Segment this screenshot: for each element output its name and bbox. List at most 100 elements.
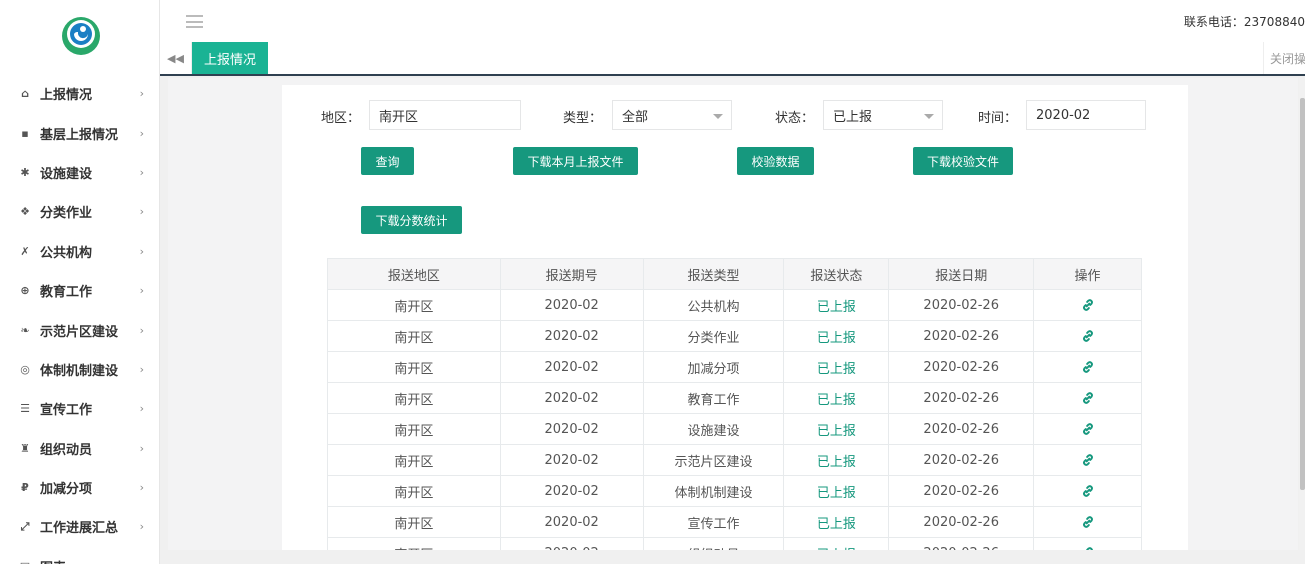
status-cell: 已上报 — [783, 289, 890, 321]
top-bar: 联系电话：23708840 — [160, 0, 1305, 42]
sidebar-item-label: 教育工作 — [40, 285, 93, 301]
table-row: 南开区 2020-02 宣传工作 已上报 2020-02-26 — [327, 506, 1142, 538]
table-cell: 宣传工作 — [642, 506, 785, 538]
chevron-right-icon: › — [140, 560, 144, 564]
status-select[interactable]: 已上报 — [823, 100, 943, 130]
table-header-row: 报送地区 报送期号 报送类型 报送状态 报送日期 操作 — [327, 258, 1142, 290]
table-row: 南开区 2020-02 分类作业 已上报 2020-02-26 — [327, 320, 1142, 352]
contact-phone: 联系电话：23708840 — [1183, 15, 1305, 29]
lifebuoy-icon: ◎ — [20, 362, 30, 376]
link-icon[interactable] — [1081, 453, 1095, 467]
chevron-right-icon: › — [139, 205, 144, 219]
sidebar-item[interactable]: ✱ 设施建设 › — [0, 153, 159, 192]
status-cell: 已上报 — [783, 506, 890, 538]
column-header: 报送日期 — [888, 258, 1035, 290]
sidebar-item-label: 加减分项 — [40, 482, 93, 498]
leaf-icon: ❧ — [20, 323, 30, 337]
table-cell: 南开区 — [327, 351, 501, 383]
table-cell: 体制机制建设 — [642, 475, 785, 507]
link-icon[interactable] — [1081, 329, 1095, 343]
sidebar-item[interactable]: ☰ 宣传工作 › — [0, 389, 159, 428]
table-cell: 2020-02-26 — [888, 506, 1035, 538]
sidebar-item-label: 分类作业 — [40, 206, 93, 222]
chevron-right-icon: › — [139, 165, 144, 179]
table-cell: 2020-02 — [499, 506, 644, 538]
bottom-strip — [160, 550, 1305, 564]
sidebar-item[interactable]: ▤ 图表 › — [0, 547, 159, 564]
sidebar-item[interactable]: ❖ 分类作业 › — [0, 192, 159, 231]
status-cell: 已上报 — [783, 351, 890, 383]
status-cell: 已上报 — [783, 475, 890, 507]
table-cell: 2020-02-26 — [888, 413, 1035, 445]
sidebar-item-label: 设施建设 — [40, 166, 93, 182]
sidebar-item-label: 上报情况 — [40, 88, 93, 104]
link-icon[interactable] — [1081, 484, 1095, 498]
sidebar-item[interactable]: ◎ 体制机制建设 › — [0, 350, 159, 389]
menu-toggle-icon[interactable] — [186, 15, 203, 28]
link-icon[interactable] — [1081, 391, 1095, 405]
action-cell — [1033, 382, 1142, 414]
column-header: 报送状态 — [783, 258, 890, 290]
sidebar-item-label: 公共机构 — [40, 245, 93, 261]
chevron-right-icon: › — [139, 441, 144, 455]
table-row: 南开区 2020-02 体制机制建设 已上报 2020-02-26 — [327, 475, 1142, 507]
sidebar-item[interactable]: ⊕ 教育工作 › — [0, 271, 159, 310]
table-row: 南开区 2020-02 公共机构 已上报 2020-02-26 — [327, 289, 1142, 321]
sidebar-item[interactable]: ⌂ 上报情况 › — [0, 74, 159, 113]
sidebar-item[interactable]: ⤢ 工作进展汇总 › — [0, 507, 159, 546]
type-label: 类型： — [563, 111, 603, 126]
sidebar-item-label: 宣传工作 — [40, 403, 93, 419]
table-row: 南开区 2020-02 教育工作 已上报 2020-02-26 — [327, 382, 1142, 414]
table-cell: 2020-02 — [499, 320, 644, 352]
region-input[interactable]: 南开区 — [369, 100, 521, 130]
link-icon[interactable] — [1081, 360, 1095, 374]
query-button[interactable]: 查询 — [361, 147, 414, 175]
verify-data-button[interactable]: 校验数据 — [737, 147, 814, 175]
status-cell: 已上报 — [783, 382, 890, 414]
download-score-stats-button[interactable]: 下载分数统计 — [361, 206, 462, 234]
sidebar-item-label: 图表 — [40, 557, 66, 564]
table-cell: 南开区 — [327, 289, 501, 321]
sidebar-menu: ⌂ 上报情况 › ▪ 基层上报情况 › ✱ 设施建设 › ❖ 分类作业 › ✗ 公共机构 › ⊕ 教育工作 › ❧ 示… — [0, 74, 159, 564]
chevron-right-icon: › — [139, 284, 144, 298]
status-cell: 已上报 — [783, 413, 890, 445]
link-icon[interactable] — [1081, 298, 1095, 312]
tool-icon: ✗ — [20, 244, 30, 258]
scrollbar-thumb[interactable] — [1300, 98, 1305, 490]
chevron-right-icon: › — [139, 362, 144, 376]
action-cell — [1033, 475, 1142, 507]
status-cell: 已上报 — [783, 320, 890, 352]
action-cell — [1033, 413, 1142, 445]
close-operations-button[interactable]: 关闭操作 — [1263, 42, 1305, 74]
chevron-right-icon: › — [139, 87, 144, 101]
sidebar-item[interactable]: ❧ 示范片区建设 › — [0, 310, 159, 349]
action-cell — [1033, 444, 1142, 476]
tab-bar: ◀◀ 上报情况 关闭操作 — [160, 42, 1305, 76]
download-month-report-button[interactable]: 下载本月上报文件 — [513, 147, 638, 175]
type-select[interactable]: 全部 — [612, 100, 732, 130]
chevron-right-icon: › — [139, 244, 144, 258]
chevron-right-icon: › — [139, 323, 144, 337]
tab-scroll-left-icon[interactable]: ◀◀ — [160, 42, 192, 74]
link-icon[interactable] — [1081, 515, 1095, 529]
time-input[interactable]: 2020-02 — [1026, 100, 1146, 130]
sidebar-item[interactable]: ▪ 基层上报情况 › — [0, 113, 159, 152]
table-cell: 2020-02 — [499, 444, 644, 476]
chevron-right-icon: › — [139, 126, 144, 140]
gear-icon: ✱ — [20, 165, 30, 179]
table-body: 南开区 2020-02 公共机构 已上报 2020-02-26 南开区 2020-02 分类作… — [327, 289, 1142, 564]
table-cell: 2020-02 — [499, 351, 644, 383]
sidebar-item-label: 体制机制建设 — [40, 363, 119, 379]
table-cell: 南开区 — [327, 413, 501, 445]
sidebar-item[interactable]: ₽ 加减分项 › — [0, 468, 159, 507]
file-icon: ▪ — [21, 126, 29, 140]
table-cell: 公共机构 — [642, 289, 785, 321]
sidebar-item-label: 工作进展汇总 — [40, 521, 119, 537]
tab-report-status[interactable]: 上报情况 — [192, 42, 269, 74]
action-cell — [1033, 351, 1142, 383]
link-icon[interactable] — [1081, 422, 1095, 436]
download-verify-file-button[interactable]: 下载校验文件 — [913, 147, 1013, 175]
sidebar-item[interactable]: ♜ 组织动员 › — [0, 429, 159, 468]
sidebar-item[interactable]: ✗ 公共机构 › — [0, 232, 159, 271]
column-header: 报送类型 — [642, 258, 785, 290]
